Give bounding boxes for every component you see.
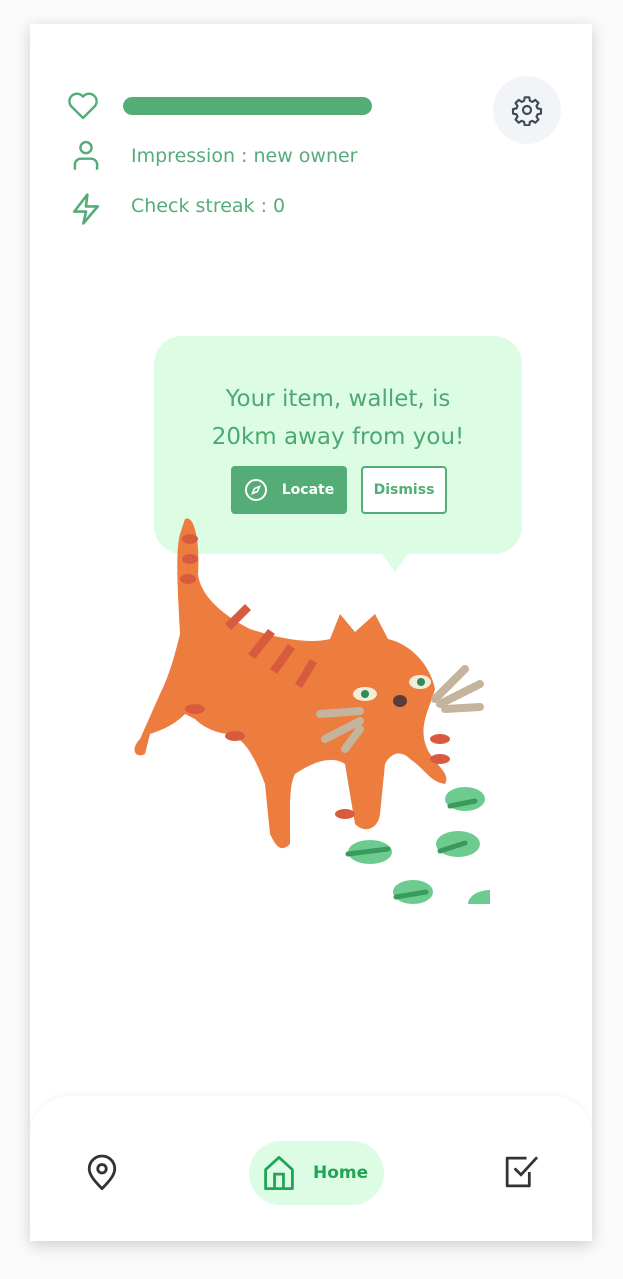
compass-icon [244, 479, 267, 501]
streak-text: Check streak : 0 [131, 195, 286, 217]
home-icon [264, 1155, 294, 1191]
locate-label: Locate [281, 482, 335, 498]
lightning-icon [72, 193, 100, 225]
dismiss-button[interactable]: Dismiss [361, 466, 447, 514]
gear-icon [511, 96, 543, 126]
bottom-nav: Home [30, 1096, 592, 1241]
nav-home-label: Home [313, 1163, 369, 1183]
checkbox-icon[interactable] [503, 1154, 539, 1190]
health-bar [123, 97, 372, 115]
alert-line-2: 20km away from you! [211, 424, 465, 450]
app-screen: Impression : new owner Check streak : 0 … [30, 24, 592, 1241]
nav-home-button[interactable]: Home [249, 1141, 384, 1205]
settings-button[interactable] [493, 76, 561, 144]
heart-icon [68, 92, 98, 120]
locate-button[interactable]: Locate [231, 466, 347, 514]
alert-line-1: Your item, wallet, is [225, 386, 451, 412]
user-icon [73, 140, 99, 170]
health-bar-fill [123, 97, 372, 115]
cat-illustration [134, 518, 490, 904]
map-pin-icon[interactable] [85, 1154, 119, 1192]
impression-text: Impression : new owner [131, 145, 358, 167]
alert-message: Your item, wallet, is 20km away from you! [154, 380, 522, 456]
